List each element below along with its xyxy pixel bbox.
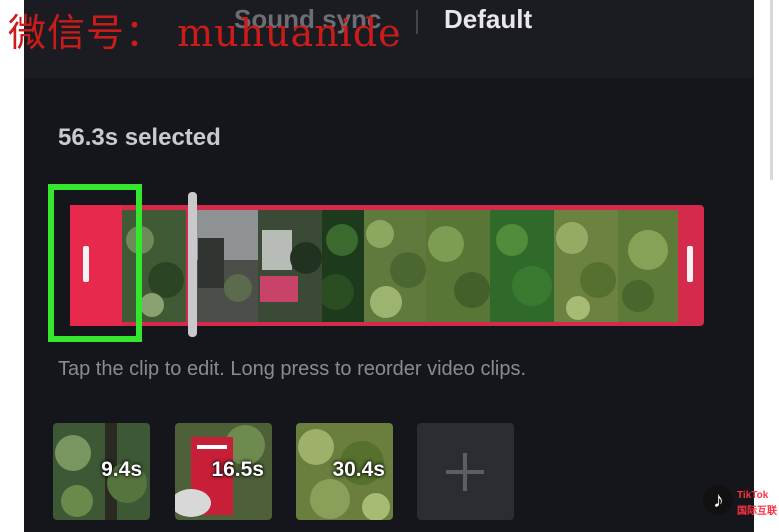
selected-duration-label: 56.3s selected — [58, 124, 221, 151]
page-scrollbar[interactable] — [770, 0, 773, 180]
clip-duration: 16.5s — [211, 458, 264, 481]
timeline-thumb-4[interactable] — [322, 210, 364, 322]
trim-handle-right-grip[interactable] — [687, 246, 693, 282]
highlight-box — [48, 184, 142, 342]
timeline-thumb-7[interactable] — [490, 210, 554, 322]
clip-card[interactable]: 9.4s — [53, 423, 150, 520]
clip-duration: 30.4s — [332, 458, 385, 481]
clip-card[interactable]: 16.5s — [175, 423, 272, 520]
badge-line2: 国际互联 — [737, 506, 777, 517]
watermark: 微信号： muhuanide — [8, 11, 402, 55]
plus-icon-bar — [446, 470, 484, 474]
timeline-thumb-5[interactable] — [364, 210, 426, 322]
add-clip-button[interactable] — [417, 423, 514, 520]
tiktok-badge: ♪ TikTok 国际互联 — [700, 482, 779, 532]
tiktok-note-icon: ♪ — [703, 485, 733, 515]
video-editor-panel: Sound sync Default 56.3s selected Tap th… — [24, 0, 754, 532]
timeline-thumb-2[interactable] — [188, 210, 258, 322]
clip-card[interactable]: 30.4s — [296, 423, 393, 520]
edit-hint-text: Tap the clip to edit. Long press to reor… — [58, 358, 527, 380]
badge-line1: TikTok — [737, 490, 769, 501]
playhead[interactable] — [188, 192, 197, 337]
timeline-thumb-3[interactable] — [258, 210, 322, 322]
tab-default[interactable]: Default — [444, 4, 532, 35]
clip-duration: 9.4s — [101, 458, 142, 481]
timeline-thumb-6[interactable] — [426, 210, 490, 322]
timeline-thumb-9[interactable] — [618, 210, 678, 322]
tab-divider — [416, 10, 418, 34]
timeline-thumb-8[interactable] — [554, 210, 618, 322]
